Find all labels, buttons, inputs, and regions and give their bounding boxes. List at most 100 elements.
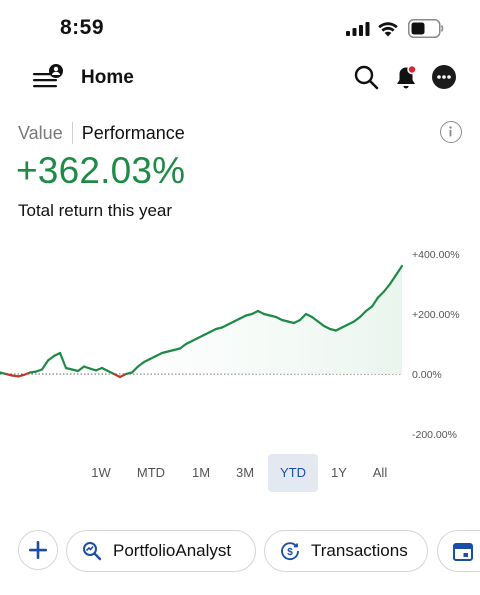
data-point — [101, 367, 102, 368]
data-point — [173, 349, 174, 350]
data-point — [401, 265, 402, 266]
data-point — [215, 328, 216, 329]
range-1w[interactable]: 1W — [81, 454, 121, 492]
data-point — [161, 352, 162, 353]
data-point — [35, 371, 36, 372]
data-point — [335, 330, 336, 331]
range-1y[interactable]: 1Y — [319, 454, 359, 492]
data-point — [245, 315, 246, 316]
portfolio-analyst-icon — [83, 542, 102, 561]
area-fill — [0, 266, 402, 377]
add-button[interactable] — [18, 530, 58, 570]
wifi-icon — [378, 22, 398, 37]
tab-value[interactable]: Value — [18, 123, 63, 144]
data-point — [227, 324, 228, 325]
data-point — [197, 337, 198, 338]
data-point — [257, 310, 258, 311]
menu-icon[interactable] — [31, 62, 65, 94]
data-point — [59, 352, 60, 353]
range-ytd[interactable]: YTD — [268, 454, 318, 492]
data-point — [299, 319, 300, 320]
data-point — [149, 358, 150, 359]
data-point — [287, 321, 288, 322]
data-point — [251, 313, 252, 314]
cellular-signal-icon — [346, 22, 370, 36]
range-1m[interactable]: 1M — [181, 454, 221, 492]
data-point — [65, 367, 66, 368]
data-point — [71, 369, 72, 370]
y-tick-label: -200.00% — [412, 429, 457, 441]
calendar-button[interactable] — [437, 530, 480, 572]
data-point — [107, 370, 108, 371]
total-return-label: Total return this year — [18, 201, 173, 220]
tab-performance[interactable]: Performance — [82, 123, 185, 144]
notification-dot — [407, 64, 417, 75]
data-point — [281, 319, 282, 320]
performance-chart[interactable]: +400.00% +200.00% 0.00% -200.00% — [0, 240, 480, 445]
transactions-icon: $ — [281, 542, 299, 561]
data-point — [383, 291, 384, 292]
data-point — [23, 374, 24, 375]
data-point — [323, 325, 324, 326]
data-point — [47, 360, 48, 361]
data-point — [83, 366, 84, 367]
data-point — [53, 355, 54, 356]
status-time: 8:59 — [60, 16, 105, 39]
data-point — [203, 334, 204, 335]
data-point — [389, 283, 390, 284]
data-point — [185, 343, 186, 344]
data-point — [77, 370, 78, 371]
data-point — [293, 322, 294, 323]
data-point — [341, 327, 342, 328]
range-3m[interactable]: 3M — [225, 454, 265, 492]
data-point — [29, 372, 30, 373]
info-icon[interactable] — [440, 121, 462, 143]
action-bar: PortfolioAnalyst $ Transactions — [0, 528, 480, 574]
data-point — [239, 318, 240, 319]
more-icon[interactable] — [432, 65, 456, 89]
data-point — [377, 297, 378, 298]
value-performance-toggle: Value Performance — [18, 121, 185, 145]
data-point — [131, 372, 132, 373]
data-point — [269, 315, 270, 316]
data-point — [5, 373, 6, 374]
data-point — [263, 313, 264, 314]
transactions-button[interactable]: $ Transactions — [264, 530, 428, 572]
search-icon[interactable] — [353, 64, 379, 90]
data-point — [275, 316, 276, 317]
data-point — [17, 376, 18, 377]
data-point — [305, 313, 306, 314]
data-point — [233, 321, 234, 322]
range-selector: 1W MTD 1M 3M YTD 1Y All — [80, 454, 400, 492]
data-point — [95, 370, 96, 371]
data-point — [311, 316, 312, 317]
data-point — [119, 376, 120, 377]
data-point — [221, 327, 222, 328]
transactions-label: Transactions — [311, 541, 408, 560]
info-glyph — [449, 126, 452, 137]
range-mtd[interactable]: MTD — [131, 454, 171, 492]
data-point — [11, 375, 12, 376]
data-point — [113, 373, 114, 374]
range-all[interactable]: All — [360, 454, 400, 492]
status-bar: 8:59 — [0, 0, 480, 56]
toggle-divider — [71, 122, 73, 144]
data-point — [359, 316, 360, 317]
bell-icon[interactable] — [393, 63, 419, 91]
y-tick-label: 0.00% — [412, 369, 442, 381]
data-point — [89, 368, 90, 369]
data-point — [155, 355, 156, 356]
data-point — [329, 328, 330, 329]
y-tick-label: +200.00% — [412, 309, 460, 321]
data-point — [365, 310, 366, 311]
page-title: Home — [81, 67, 134, 88]
data-point — [395, 274, 396, 275]
data-point — [347, 324, 348, 325]
battery-icon — [408, 19, 444, 38]
data-point — [167, 351, 168, 352]
plus-icon — [29, 541, 47, 559]
portfolio-analyst-button[interactable]: PortfolioAnalyst — [66, 530, 256, 572]
y-tick-label: +400.00% — [412, 249, 460, 261]
data-point — [143, 361, 144, 362]
data-point — [371, 306, 372, 307]
